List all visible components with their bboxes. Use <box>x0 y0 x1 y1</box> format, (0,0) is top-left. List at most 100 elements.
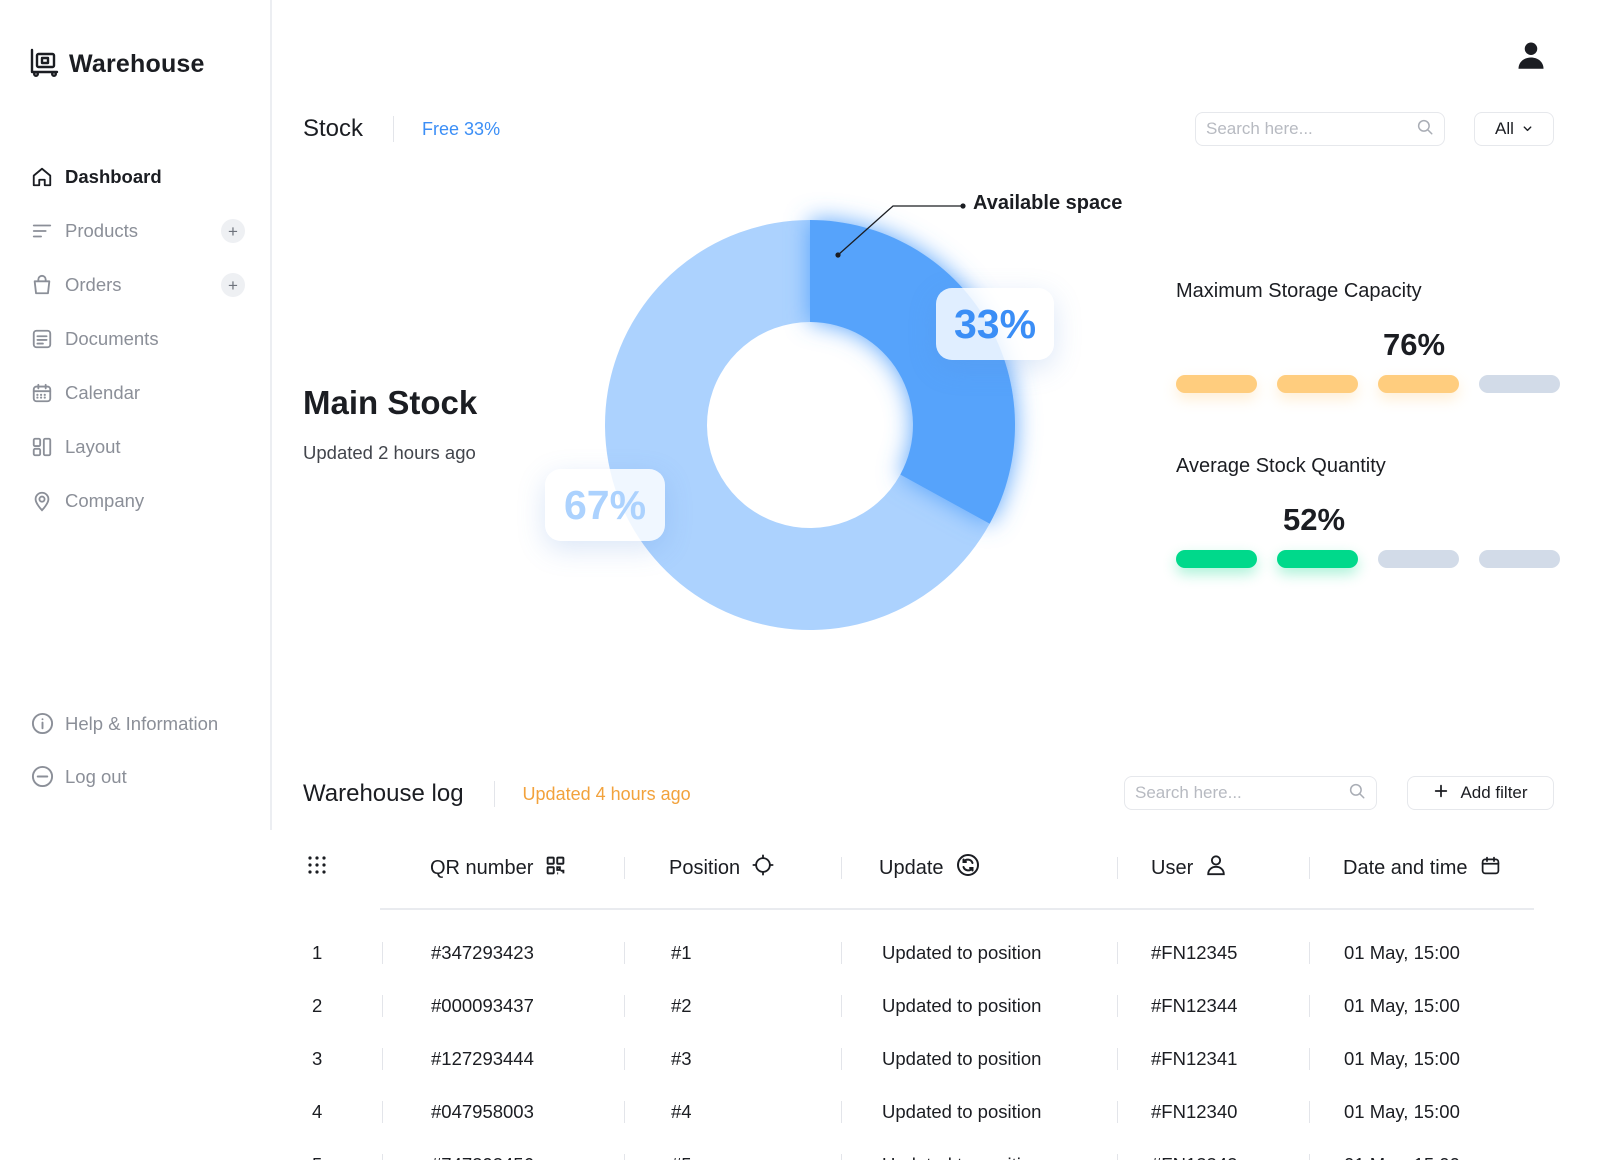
user-cell: #FN12341 <box>1151 1048 1238 1069</box>
main-stock-title: Main Stock <box>303 384 478 421</box>
sidebar-item-label: Calendar <box>65 382 141 403</box>
sidebar: Warehouse Dashboard Products + Orders + <box>0 0 272 830</box>
progress-segment <box>1378 550 1459 568</box>
sidebar-item-logout[interactable]: Log out <box>30 750 260 803</box>
date-time-cell: 01 May, 15:00 <box>1344 1140 1460 1160</box>
sidebar-item-help[interactable]: Help & Information <box>30 697 260 750</box>
search-icon[interactable] <box>1348 782 1366 805</box>
progress-segment <box>1378 375 1459 393</box>
sidebar-item-calendar[interactable]: Calendar <box>30 366 245 420</box>
location-pin-icon <box>30 489 54 513</box>
column-divider <box>624 1048 625 1070</box>
sidebar-item-dashboard[interactable]: Dashboard <box>30 150 245 204</box>
calendar-icon <box>30 381 54 405</box>
column-header-position[interactable]: Position <box>669 845 774 891</box>
column-header-user[interactable]: User <box>1151 845 1227 891</box>
sidebar-item-documents[interactable]: Documents <box>30 312 245 366</box>
brand-logo[interactable]: Warehouse <box>29 47 205 82</box>
donut-slice-available <box>810 220 1016 524</box>
user-cell: #FN12342 <box>1151 1140 1237 1160</box>
stock-header: Stock Free 33% <box>303 112 500 146</box>
column-header-qr[interactable]: QR number <box>430 845 566 891</box>
available-space-callout: Available space <box>973 192 1123 214</box>
column-divider <box>1117 1101 1118 1123</box>
capacity-progress <box>1176 375 1560 393</box>
column-divider <box>382 1101 383 1123</box>
column-divider <box>624 942 625 964</box>
qr-number-cell: #347293423 <box>431 942 534 963</box>
row-index: 5 <box>312 1140 322 1160</box>
refresh-icon <box>956 853 980 883</box>
sidebar-item-label: Documents <box>65 328 159 349</box>
progress-segment <box>1277 375 1358 393</box>
row-index: 4 <box>312 1101 323 1122</box>
table-row[interactable]: 2 #000093437 #2 Updated to position #FN1… <box>303 981 1533 1031</box>
stock-search-input[interactable] <box>1206 119 1416 139</box>
column-divider <box>624 995 625 1017</box>
column-divider <box>1117 1154 1118 1160</box>
main-stock-updated: Updated 2 hours ago <box>303 442 476 463</box>
column-divider <box>382 1154 383 1160</box>
sidebar-item-label: Products <box>65 220 139 241</box>
table-header-divider <box>380 908 1534 910</box>
sidebar-item-products[interactable]: Products + <box>30 204 245 258</box>
list-icon <box>30 219 54 243</box>
progress-segment <box>1479 375 1560 393</box>
layout-icon <box>30 435 54 459</box>
stock-donut-chart <box>605 203 1016 630</box>
column-divider <box>841 1048 842 1070</box>
stock-search <box>1195 112 1445 146</box>
column-header-label: Date and time <box>1343 856 1468 879</box>
sidebar-bottom: Help & Information Log out <box>30 697 260 803</box>
column-divider <box>624 1101 625 1123</box>
divider <box>393 116 395 142</box>
update-cell: Updated to position <box>882 942 1042 963</box>
search-icon[interactable] <box>1416 118 1434 141</box>
metric-value-avg-stock: 52% <box>1283 502 1346 537</box>
warehouse-logo-icon <box>29 47 59 82</box>
qr-number-cell: #127293444 <box>431 1048 534 1069</box>
progress-segment <box>1176 550 1257 568</box>
metric-label-capacity: Maximum Storage Capacity <box>1176 280 1422 302</box>
column-header-date[interactable]: Date and time <box>1343 845 1501 891</box>
column-divider <box>382 1048 383 1070</box>
qr-number-cell: #000093437 <box>431 995 534 1016</box>
progress-segment <box>1479 550 1560 568</box>
log-updated-label: Updated 4 hours ago <box>522 783 691 804</box>
table-row[interactable]: 5 #747293456 #5 Updated to position #FN1… <box>303 1140 1533 1160</box>
user-avatar-icon <box>1516 42 1546 74</box>
sidebar-item-label: Company <box>65 490 145 511</box>
column-divider <box>1309 1154 1310 1160</box>
user-account-button[interactable] <box>1516 40 1548 74</box>
add-order-button[interactable]: + <box>221 273 245 297</box>
add-filter-button[interactable]: Add filter <box>1407 776 1554 810</box>
sidebar-item-orders[interactable]: Orders + <box>30 258 245 312</box>
position-cell: #4 <box>671 1101 692 1122</box>
column-picker-button[interactable] <box>307 845 327 891</box>
user-cell: #FN12345 <box>1151 942 1238 963</box>
sidebar-item-label: Layout <box>65 436 121 457</box>
log-title: Warehouse log <box>303 780 464 807</box>
column-divider <box>624 1154 625 1160</box>
stock-filter-dropdown[interactable]: All <box>1474 112 1554 146</box>
sidebar-item-layout[interactable]: Layout <box>30 420 245 474</box>
add-filter-label: Add filter <box>1460 783 1528 802</box>
brand-name: Warehouse <box>69 50 205 78</box>
sidebar-item-company[interactable]: Company <box>30 474 245 528</box>
sidebar-item-label: Orders <box>65 274 122 295</box>
log-search-input[interactable] <box>1135 783 1348 803</box>
calendar-icon <box>1480 855 1501 882</box>
table-row[interactable]: 4 #047958003 #4 Updated to position #FN1… <box>303 1087 1533 1137</box>
progress-segment <box>1277 550 1358 568</box>
sidebar-nav: Dashboard Products + Orders + Documents <box>30 150 245 528</box>
qr-number-cell: #047958003 <box>431 1101 534 1122</box>
column-header-update[interactable]: Update <box>879 845 980 891</box>
add-product-button[interactable]: + <box>221 219 245 243</box>
row-index: 2 <box>312 995 323 1016</box>
column-divider <box>1117 942 1118 964</box>
row-index: 3 <box>312 1048 323 1069</box>
table-row[interactable]: 3 #127293444 #3 Updated to position #FN1… <box>303 1034 1533 1084</box>
table-row[interactable]: 1 #347293423 #1 Updated to position #FN1… <box>303 928 1533 978</box>
metric-label-avg-stock: Average Stock Quantity <box>1176 455 1386 477</box>
column-divider <box>1309 857 1310 879</box>
